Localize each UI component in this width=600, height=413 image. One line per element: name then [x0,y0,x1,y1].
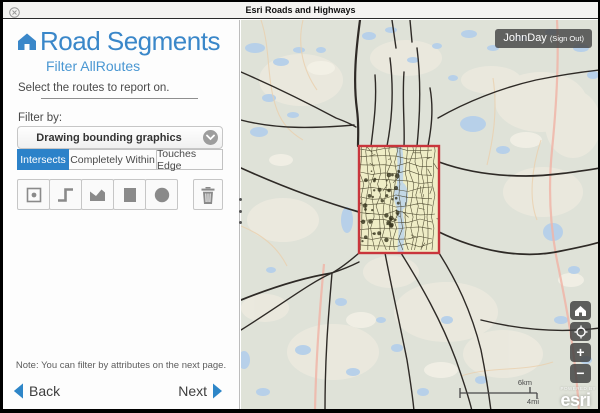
divider [41,98,198,99]
chevron-down-icon[interactable] [203,130,218,145]
page-subtitle: Filter AllRoutes [46,58,140,74]
scale-mi-label: 4mi [527,397,539,406]
map-controls: + − [570,301,591,383]
dropdown-selected-value: Drawing bounding graphics [18,132,200,144]
delete-graphics-button[interactable] [193,179,223,210]
zoom-out-button[interactable]: − [570,364,591,383]
tab-intersects[interactable]: Intersects [17,149,69,170]
basemap: 6km 4mi [241,20,598,409]
powered-by-label: POWERED BY [560,387,596,392]
user-sign-out-button[interactable]: JohnDay (Sign Out) [495,29,592,48]
esri-logo: POWERED BY esri [560,387,596,410]
plus-icon: + [576,345,584,359]
esri-brand: esri [560,391,596,409]
point-icon [25,186,43,204]
page-description: Select the routes to report on. [18,82,170,94]
polyline-icon [56,185,75,204]
home-icon [16,32,38,57]
sign-out-label: (Sign Out) [550,34,584,43]
window-title: Esri Roads and Highways [3,5,598,15]
tab-completely-within[interactable]: Completely Within [69,149,157,170]
draw-point-button[interactable] [17,179,50,210]
locate-icon [574,325,588,339]
back-button[interactable]: Back [13,383,60,399]
note-text: Note: You can filter by attributes on th… [11,360,231,371]
tab-touches-edge[interactable]: Touches Edge [157,149,223,170]
polygon-icon [88,186,107,204]
panel-resize-handle[interactable] [236,198,244,224]
home-extent-button[interactable] [570,301,591,320]
next-label: Next [178,383,207,399]
draw-rectangle-button[interactable] [113,179,146,210]
page-title: Road Segments [40,26,220,57]
trash-icon [199,185,217,205]
title-bar: Esri Roads and Highways [3,2,598,19]
scale-km-label: 6km [518,378,532,387]
home-icon [574,305,587,317]
draw-tools-group [17,179,178,210]
draw-polygon-button[interactable] [81,179,114,210]
chevron-left-icon [13,383,24,399]
minus-icon: − [576,366,584,380]
rectangle-icon [121,186,139,204]
wizard-nav: Back Next [3,377,233,405]
locate-button[interactable] [570,322,591,341]
filter-method-dropdown[interactable]: Drawing bounding graphics [17,126,223,149]
app-window: Esri Roads and Highways Road Segments Fi… [0,0,600,413]
back-label: Back [29,383,60,399]
scale-bar [460,387,537,399]
circle-icon [153,186,171,204]
chevron-right-icon [212,383,223,399]
draw-polyline-button[interactable] [49,179,82,210]
spatial-relation-tabs: Intersects Completely Within Touches Edg… [17,149,223,170]
draw-circle-button[interactable] [145,179,178,210]
user-name: JohnDay [503,29,546,48]
next-button[interactable]: Next [178,383,223,399]
map-canvas[interactable]: 6km 4mi JohnDay (Sign Out) + − [241,20,598,409]
road-segments-panel: Road Segments Filter AllRoutes Select th… [3,20,240,409]
filter-by-label: Filter by: [18,112,62,124]
zoom-in-button[interactable]: + [570,343,591,362]
